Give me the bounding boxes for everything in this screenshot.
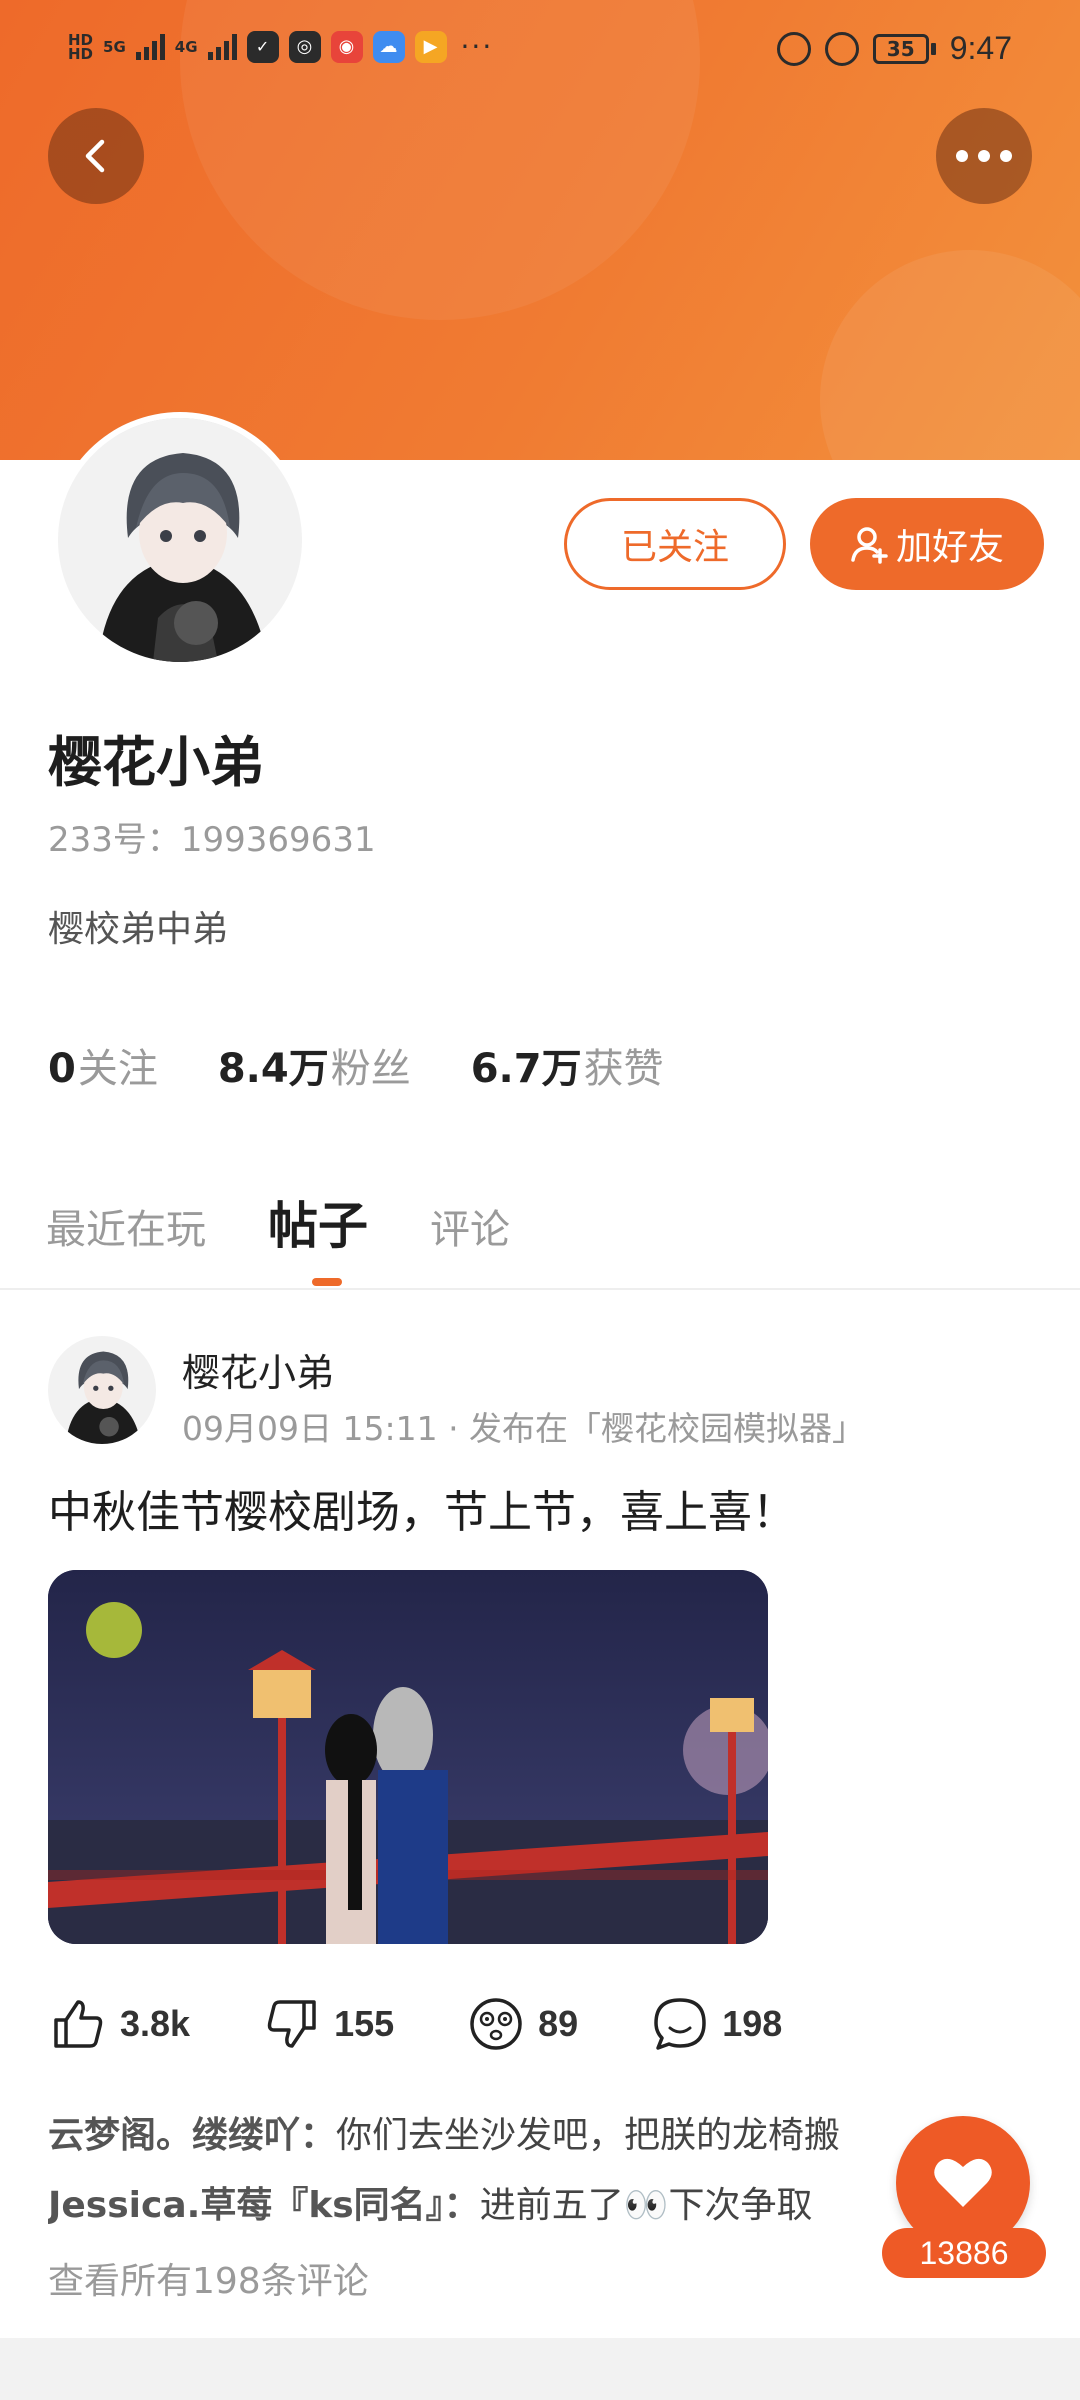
battery-level: 35 <box>872 33 929 64</box>
signal-5g-label: 5G <box>103 37 126 56</box>
signal-4g-label: 4G <box>174 37 198 56</box>
chevron-left-icon <box>85 139 105 173</box>
dizzy-face-icon <box>470 1998 522 2050</box>
weibo-icon: ◉ <box>330 30 363 63</box>
profile-name: 樱花小弟 <box>48 731 264 794</box>
comment-button[interactable]: 198 <box>652 1996 782 2052</box>
status-right: 35 9:47 <box>776 30 1012 67</box>
clock: 9:47 <box>949 30 1012 66</box>
profile-bio: 樱校弟中弟 <box>48 909 229 950</box>
stat-label: 关注 <box>77 1046 158 1092</box>
post-image[interactable] <box>48 1570 768 1944</box>
battery-icon: 35 <box>872 33 936 64</box>
post-author-name[interactable]: 樱花小弟 <box>182 1342 334 1397</box>
data-saver-icon <box>776 31 811 66</box>
stat-value: 8.4万 <box>217 1046 329 1092</box>
stat-value: 0 <box>48 1046 76 1092</box>
thumbs-up-icon <box>54 2000 103 2048</box>
thumbs-down-icon <box>267 2000 316 2048</box>
scene-illustration <box>48 1570 768 1944</box>
like-button[interactable]: 3.8k <box>50 1996 190 2052</box>
wechat-icon: ◎ <box>288 30 321 63</box>
tab-posts[interactable]: 帖子 <box>268 1186 368 1258</box>
avatar-illustration <box>48 1336 156 1444</box>
divider <box>0 1288 1080 1290</box>
video-app-icon: ▶ <box>414 30 447 63</box>
heart-icon <box>934 2158 992 2207</box>
signal-bars-icon <box>135 33 165 60</box>
stat-followers[interactable]: 8.4万 粉丝 <box>218 1036 411 1094</box>
profile-id: 233号：199369631 <box>48 820 376 860</box>
banner-decoration <box>820 250 1080 460</box>
view-all-comments-link[interactable]: 查看所有198条评论 <box>48 2252 369 2304</box>
signal-bars-icon <box>207 33 237 60</box>
post-actions: 3.8k 155 89 198 <box>50 1996 856 2052</box>
tab-recently-played[interactable]: 最近在玩 <box>46 1197 206 1255</box>
comment-count: 198 <box>722 2003 783 2044</box>
next-post-edge <box>0 2338 1080 2400</box>
comment-author: 云梦阁。缕缕吖： <box>48 2115 337 2156</box>
comment-text: 进前五了👀下次争取 <box>479 2185 813 2226</box>
following-button[interactable]: 已关注 <box>564 498 786 590</box>
tab-comments[interactable]: 评论 <box>430 1197 510 1255</box>
stat-following[interactable]: 0 关注 <box>48 1036 158 1094</box>
more-notifications-icon: ··· <box>460 30 494 63</box>
stat-label: 获赞 <box>583 1046 664 1092</box>
back-button[interactable] <box>48 108 144 204</box>
hd-indicator: HD HD <box>68 30 94 63</box>
dislike-count: 155 <box>334 2003 395 2044</box>
reaction-count: 89 <box>538 2003 579 2044</box>
comment-text: 你们去坐沙发吧，把朕的龙椅搬 <box>336 2115 841 2156</box>
post-author-avatar[interactable] <box>48 1336 156 1444</box>
dislike-button[interactable]: 155 <box>264 1996 394 2052</box>
post-text[interactable]: 中秋佳节樱校剧场，节上节，喜上喜！ <box>48 1476 796 1540</box>
alarm-icon <box>824 31 859 66</box>
status-bar: HD HD 5G 4G ✓ ◎ ◉ ☁ ▶ ··· 35 9:47 <box>0 0 1080 100</box>
cloud-icon: ☁ <box>372 30 405 63</box>
status-left: HD HD 5G 4G ✓ ◎ ◉ ☁ ▶ ··· <box>68 30 493 63</box>
profile-avatar[interactable] <box>52 412 308 668</box>
active-tab-indicator <box>312 1278 342 1286</box>
app-notification-icon: ✓ <box>246 30 279 63</box>
more-dots-icon <box>956 150 1012 162</box>
stat-label: 粉丝 <box>330 1046 411 1092</box>
avatar-illustration <box>58 418 302 662</box>
reaction-button[interactable]: 89 <box>468 1996 578 2052</box>
add-friend-button[interactable]: 加好友 <box>810 498 1044 590</box>
like-count: 3.8k <box>120 2003 191 2044</box>
floating-like-count: 13886 <box>882 2228 1046 2278</box>
post-meta: 09月09日 15:11 · 发布在「樱花校园模拟器」 <box>182 1409 866 1448</box>
stat-likes[interactable]: 6.7万 获赞 <box>471 1036 664 1094</box>
more-options-button[interactable] <box>936 108 1032 204</box>
add-friend-label: 加好友 <box>895 527 1004 568</box>
stat-value: 6.7万 <box>470 1046 582 1092</box>
add-user-icon <box>851 527 888 564</box>
avatar-image <box>58 418 302 662</box>
comment-preview[interactable]: 云梦阁。缕缕吖：你们去坐沙发吧，把朕的龙椅搬 <box>48 2106 1048 2158</box>
profile-stats: 0 关注 8.4万 粉丝 6.7万 获赞 <box>48 1036 664 1094</box>
profile-tabs: 最近在玩 帖子 评论 <box>46 1186 510 1258</box>
comment-bubble-icon <box>654 1998 706 2050</box>
comment-author: Jessica.草莓『ks同名』： <box>48 2185 480 2226</box>
